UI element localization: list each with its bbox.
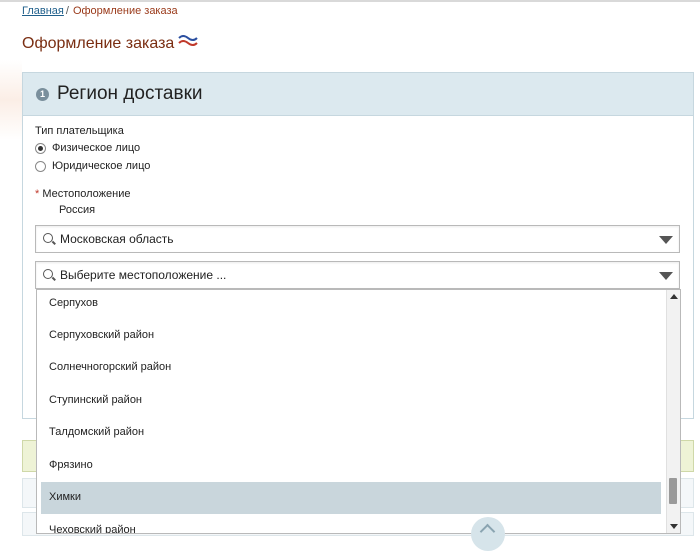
location-label-text: Местоположение bbox=[42, 188, 131, 200]
required-asterisk: * bbox=[35, 188, 40, 200]
list-item[interactable]: Чеховский район bbox=[41, 515, 661, 533]
flag-wave-icon bbox=[178, 34, 198, 53]
step-number-badge: 1 bbox=[36, 88, 49, 101]
payer-option-label: Юридическое лицо bbox=[52, 160, 151, 172]
chevron-down-icon[interactable] bbox=[659, 236, 673, 244]
country-value: Россия bbox=[59, 204, 96, 216]
page-title: Оформление заказа bbox=[22, 35, 175, 52]
list-item[interactable]: Солнечногорский район bbox=[41, 352, 661, 384]
breadcrumb-current: Оформление заказа bbox=[72, 5, 178, 17]
scrollbar-thumb[interactable] bbox=[669, 478, 677, 504]
list-item[interactable]: Серпухов bbox=[41, 290, 661, 320]
dropdown-scrollbar[interactable] bbox=[666, 290, 680, 533]
city-select[interactable]: Выберите местоположение ... bbox=[35, 261, 680, 289]
scroll-down-arrow-icon[interactable] bbox=[670, 524, 678, 529]
list-item-selected[interactable]: Химки bbox=[41, 482, 661, 514]
location-label: * Местоположение bbox=[35, 188, 130, 200]
payer-option-legal[interactable]: Юридическое лицо bbox=[35, 160, 150, 172]
breadcrumb-separator: / bbox=[65, 5, 69, 17]
city-select-placeholder: Выберите местоположение ... bbox=[60, 268, 227, 282]
breadcrumb-home-link[interactable]: Главная bbox=[22, 5, 64, 17]
list-item[interactable]: Талдомский район bbox=[41, 417, 661, 449]
list-item[interactable]: Фрязино bbox=[41, 450, 661, 482]
breadcrumb: Главная / Оформление заказа bbox=[22, 5, 178, 17]
decorative-glow bbox=[0, 60, 22, 140]
search-icon bbox=[43, 269, 53, 279]
radio-unchecked-icon[interactable] bbox=[35, 160, 46, 172]
chevron-down-icon[interactable] bbox=[659, 272, 673, 280]
scroll-up-arrow-icon[interactable] bbox=[670, 294, 678, 299]
payer-option-individual[interactable]: Физическое лицо bbox=[35, 142, 140, 154]
list-item[interactable]: Серпуховский район bbox=[41, 320, 661, 352]
panel-title: Регион доставки bbox=[57, 83, 203, 104]
region-select-value: Московская область bbox=[60, 232, 174, 246]
region-select[interactable]: Московская область bbox=[35, 225, 680, 253]
scroll-to-top-button[interactable] bbox=[471, 517, 505, 551]
location-dropdown-list[interactable]: Серпухов Серпуховский район Солнечногорс… bbox=[36, 289, 681, 534]
payer-type-label: Тип плательщика bbox=[35, 125, 124, 137]
list-item[interactable]: Ступинский район bbox=[41, 385, 661, 417]
radio-checked-icon[interactable] bbox=[35, 142, 46, 154]
top-border bbox=[0, 0, 700, 2]
payer-option-label: Физическое лицо bbox=[52, 142, 141, 154]
search-icon bbox=[43, 233, 53, 243]
panel-header[interactable]: 1 Регион доставки bbox=[23, 73, 693, 116]
